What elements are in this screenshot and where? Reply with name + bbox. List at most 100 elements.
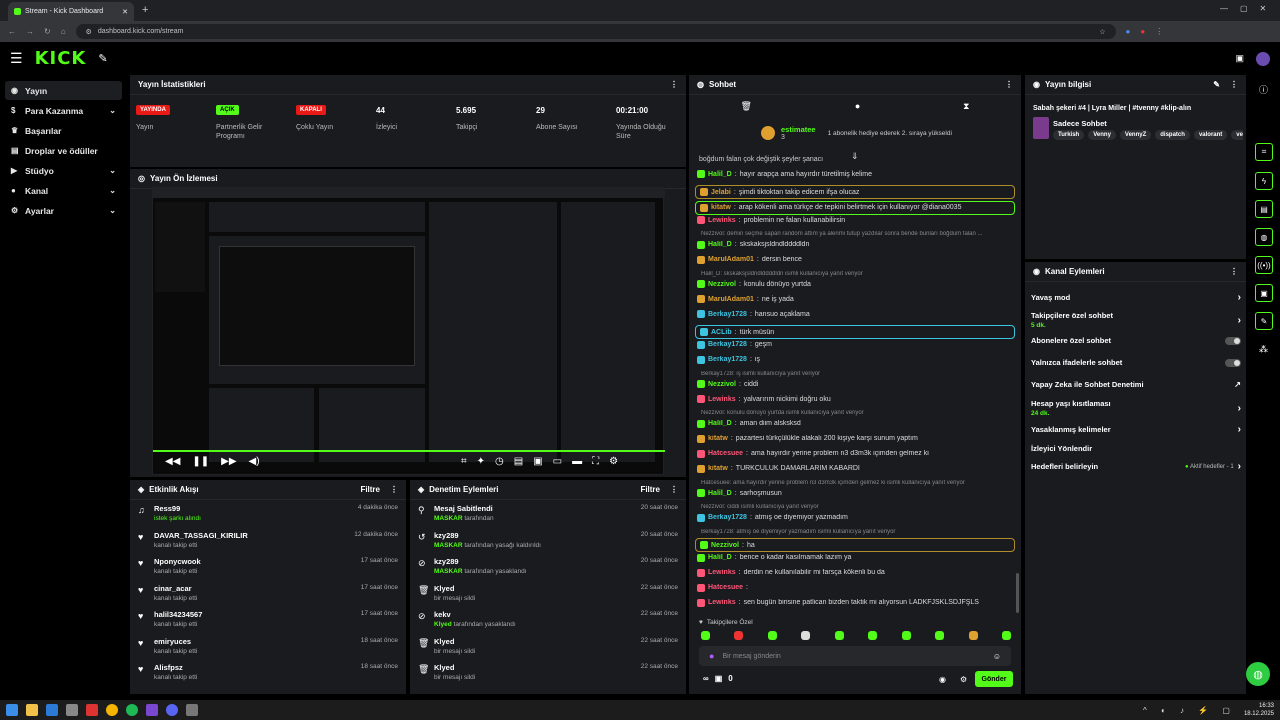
chat-message[interactable]: ACLib: türk müsün [695,325,1015,339]
chat-message[interactable]: Berkay1728: iş [697,355,1015,364]
emote-icon[interactable] [1001,631,1011,640]
chat-username[interactable]: Halil_D [708,554,732,561]
layout-icon[interactable]: ⌗ [1255,143,1273,161]
avatar[interactable] [1256,51,1270,66]
chat-message[interactable]: Nezzivol: konulu dönüyo yurtda [697,280,1015,288]
sidebar-item-kanal[interactable]: ● Kanal ⌄ [5,181,122,200]
chat-username[interactable]: Berkay1728 [708,356,747,363]
emote-icon[interactable] [701,631,710,640]
chrome-icon[interactable] [106,704,118,716]
url-input[interactable]: ⚙ dashboard.kick.com/stream ☆ [75,24,1116,39]
box-icon[interactable]: ▣ [715,674,723,683]
apps-icon[interactable]: ⁂ [1259,344,1268,355]
emote-icon[interactable] [734,631,744,640]
chat-message[interactable]: Halil_D: sarhoşmusun [697,489,1015,497]
chat-message[interactable]: MaruIAdam01: dersin bence [697,255,1015,264]
chat-message[interactable]: Nezzivol: ciddi [697,380,1015,388]
hourglass-icon[interactable]: ⧗ [963,101,969,112]
more-icon[interactable]: ⋮ [1230,267,1238,276]
activity-row[interactable]: ♥ cinar_acar kanalı takip etti 17 saat önce [130,584,406,602]
back-icon[interactable]: ← [8,27,16,36]
chat-username[interactable]: Lewinks [708,217,736,224]
home-icon[interactable]: ⌂ [61,27,66,36]
channel-action-row[interactable]: İzleyici Yönlendir [1031,444,1241,453]
stream-tag[interactable]: valorant [1193,130,1228,140]
chat-username[interactable]: Nezzivol [708,381,736,388]
moderation-row[interactable]: 🗑 Klyed bir mesajı sildi 22 saat önce [410,584,686,602]
stream-video[interactable]: ◀◀ ❚❚ ▶▶ ◀) ⌗ ✦ ◷ ▤ ▣ ▭ ▬ ⛶ ⚙ [152,187,665,475]
chat-username[interactable]: Lewinks [708,569,736,576]
emote-icon[interactable] [801,631,811,640]
chat-message[interactable]: Berkay1728: atmış oe diyemiyor yazmadım [697,513,1015,522]
pause-icon[interactable]: ❚❚ [192,456,209,467]
chat-username[interactable]: Hatcesuee [708,584,743,591]
chat-username[interactable]: MaruIAdam01 [708,256,754,263]
clock-icon[interactable]: ◷ [495,456,504,467]
theatre-icon[interactable]: ▬ [572,456,582,467]
chat-username[interactable]: Lewinks [708,599,736,606]
chat-message[interactable]: Halil_D: aman diim alsksksd [697,419,1015,428]
volume-icon[interactable]: ◀) [249,456,260,467]
chat-message[interactable]: kitatw: arap kökenli ama türkçe de tepkin… [695,200,1015,215]
chat-message[interactable]: Berkay1728: hansuo açaklama [697,310,1015,318]
settings-taskbar-icon[interactable] [186,704,198,716]
explorer-icon[interactable] [26,704,38,716]
activity-row[interactable]: ♥ DAVAR_TASSAGI_KIRILIR kanalı takip etti 1… [130,531,406,549]
extension-icon-2[interactable]: ● [1140,27,1145,36]
stream-tag[interactable]: ven [1231,130,1243,140]
clock[interactable]: 16:33 18.12.2025 [1244,702,1274,718]
chevron-right-icon[interactable]: › [1238,461,1241,472]
moderation-row[interactable]: 🗑 Klyed bir mesajı sildi 22 saat önce [410,663,686,681]
chat-username[interactable]: Berkay1728 [708,311,747,318]
sidebar-item-yayin[interactable]: ◉ Yayın [5,81,122,100]
forward-icon[interactable]: → [26,27,34,36]
chat-message[interactable]: Halil_D: bence o kadar kasılmamak lazım y… [697,553,1015,562]
clipboard-icon[interactable]: ▣ [1255,284,1273,302]
chat-username[interactable]: kitatw [708,435,728,442]
chat-username[interactable]: kitatw [711,204,731,211]
notifications-icon[interactable]: ▣ [1235,53,1244,64]
chat-message[interactable]: Hatcesuee: [697,583,1015,592]
channel-action-row[interactable]: Hedefleri belirleyin ● Aktif hedefler - 1… [1031,461,1241,472]
chat-username[interactable]: kitatw [708,465,728,472]
hamburger-icon[interactable]: ☰ [10,50,23,67]
wrench-icon[interactable]: ✎ [1255,312,1273,330]
chat-username[interactable]: MaruIAdam01 [708,296,754,303]
more-icon[interactable]: ⋮ [390,485,398,494]
app-icon[interactable] [46,704,58,716]
app-icon-2[interactable] [86,704,98,716]
reload-icon[interactable]: ↻ [44,27,51,36]
windows-start-icon[interactable] [6,704,18,716]
settings-icon[interactable]: ⚙ [609,456,618,467]
chat-username[interactable]: Berkay1728 [708,514,747,521]
chat-username[interactable]: Halil_D [708,420,732,427]
activity-row[interactable]: ♥ emiryuces kanalı takip etti 18 saat önce [130,637,406,655]
emote-icon[interactable] [868,631,878,640]
infinity-icon[interactable]: ∞ [703,674,709,683]
activity-row[interactable]: ♫ Ress99 istek şarkı alındı 4 dakika önce [130,504,406,522]
chat-username[interactable]: Lewinks [708,396,736,403]
stream-tag[interactable]: VennyZ [1119,130,1152,140]
store-icon[interactable] [66,704,78,716]
emote-icon[interactable] [935,631,945,640]
fullscreen-icon[interactable]: ⛶ [592,456,599,467]
chat-settings-icon[interactable]: ⚙ [960,675,967,684]
chat-username[interactable]: Halil_D [708,171,732,178]
chevron-right-icon[interactable]: › [1238,424,1241,435]
stream-tag[interactable]: dispatch [1155,130,1190,140]
chat-message[interactable]: Lewinks: derdin ne kullanılabilir mi fars… [697,568,1015,577]
mic-icon[interactable]: ● [709,651,714,661]
chat-username[interactable]: Jelabi [711,189,731,196]
sidebar-item-studyo[interactable]: ▶ Stüdyo ⌄ [5,161,122,180]
edit-icon[interactable]: ✎ [1213,80,1220,89]
chat-message[interactable]: Berkay1728: geşm [697,340,1015,349]
chat-message[interactable]: MaruIAdam01: ne iş yada [697,295,1015,303]
sidebar-item-basarilar[interactable]: ♛ Başarılar [5,121,122,140]
rewind-icon[interactable]: ◀◀ [165,456,180,467]
moderation-row[interactable]: 🗑 Klyed bir mesajı sildi 22 saat önce [410,637,686,655]
chat-input[interactable]: ● Bir mesaj gönderin ☺ [699,646,1011,666]
support-chat-button[interactable]: ◍ [1246,662,1270,686]
chat-username[interactable]: Halil_D [708,241,732,248]
chat-message[interactable]: Jelabi: şimdi tiktoktan takip edicem ifşa… [695,185,1015,199]
activity-row[interactable]: ♥ Nponycwook kanalı takip etti 17 saat önce [130,557,406,575]
